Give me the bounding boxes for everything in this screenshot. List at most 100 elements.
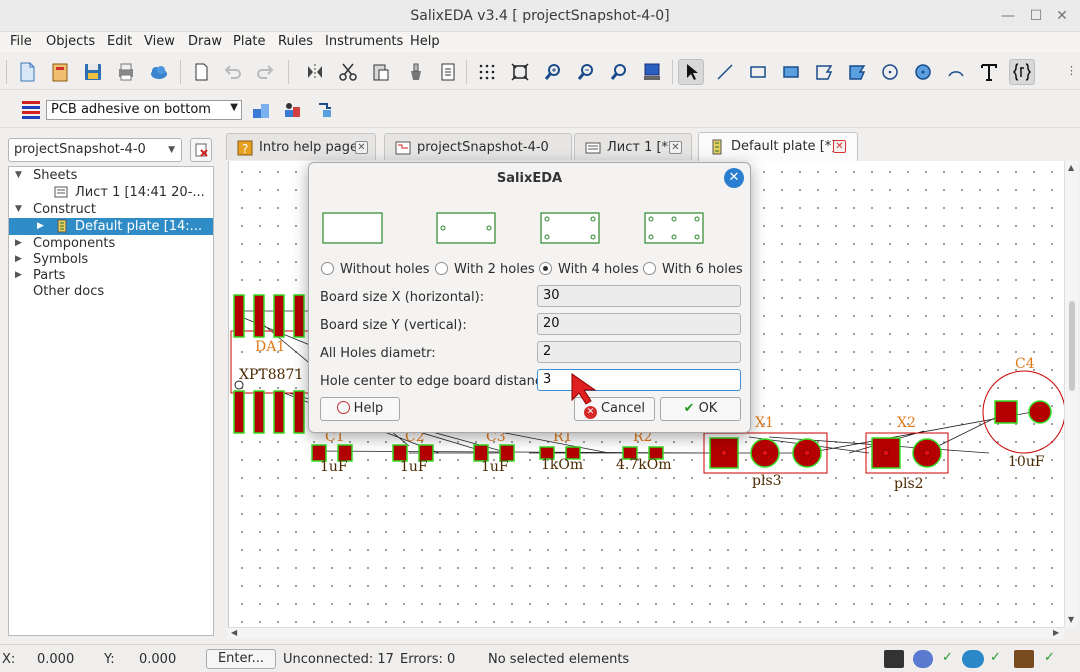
draw-polygon-icon[interactable] (811, 59, 837, 85)
vertical-scrollbar[interactable]: ▲ ▼ (1064, 161, 1078, 627)
minimize-button[interactable]: — (1000, 8, 1016, 24)
chevron-down-icon[interactable]: ▼ (15, 167, 22, 184)
maximize-button[interactable]: ☐ (1028, 8, 1044, 24)
scroll-right-icon[interactable]: ▶ (1053, 628, 1059, 637)
size-y-input[interactable]: 20 (537, 313, 741, 335)
layer-settings-icon[interactable] (248, 97, 274, 123)
tab-project-snapshot[interactable]: projectSnapshot-4-0 ✕ (384, 133, 713, 160)
chevron-down-icon[interactable]: ▼ (15, 201, 22, 218)
menu-draw[interactable]: Draw (188, 34, 222, 49)
ok-button[interactable]: ✔ OK (660, 397, 741, 421)
draw-rect-icon[interactable] (745, 59, 771, 85)
scroll-down-icon[interactable]: ▼ (1068, 615, 1074, 624)
tree-item-construct[interactable]: ▼ Construct (9, 201, 213, 218)
preview-without-holes[interactable] (322, 212, 384, 245)
mirror-icon[interactable] (302, 59, 328, 85)
network-icon[interactable] (913, 650, 933, 668)
help-button[interactable]: Help (320, 397, 400, 421)
dialog-close-button[interactable]: ✕ (724, 168, 744, 188)
preview-2-holes[interactable] (436, 212, 498, 245)
print-icon[interactable] (113, 59, 139, 85)
menu-view[interactable]: View (144, 34, 175, 49)
close-tab-icon[interactable]: ✕ (833, 140, 846, 153)
tree-item-sheets[interactable]: ▼ Sheets (9, 167, 213, 184)
properties-icon[interactable] (435, 59, 461, 85)
close-window-button[interactable]: ✕ (1054, 8, 1070, 24)
menu-edit[interactable]: Edit (107, 34, 132, 49)
layer-people-icon[interactable] (279, 97, 305, 123)
layer-flip-icon[interactable] (312, 97, 338, 123)
field-icon[interactable] (1009, 59, 1035, 85)
zoom-fit-icon[interactable] (507, 59, 533, 85)
clapper-icon[interactable] (884, 650, 904, 668)
3d-view-icon[interactable] (639, 59, 665, 85)
radio-6-holes[interactable]: With 6 holes (643, 262, 743, 277)
clean-icon[interactable] (403, 59, 429, 85)
menu-instruments[interactable]: Instruments (325, 34, 403, 49)
chevron-right-icon[interactable]: ▶ (15, 267, 22, 284)
chevron-right-icon[interactable]: ▶ (37, 218, 44, 235)
menu-rules[interactable]: Rules (278, 34, 313, 49)
project-select[interactable]: projectSnapshot-4-0 ▼ (8, 138, 182, 162)
new-sheet-icon[interactable] (188, 59, 214, 85)
toolbar-overflow-icon[interactable]: ⋮ (1066, 64, 1077, 77)
paste-icon[interactable] (368, 59, 394, 85)
close-project-button[interactable] (190, 138, 212, 162)
menu-plate[interactable]: Plate (233, 34, 266, 49)
tab-label: Intro help page (259, 140, 359, 155)
preview-6-holes[interactable] (644, 212, 706, 245)
size-x-input[interactable]: 30 (537, 285, 741, 307)
tree-item-sheet-1[interactable]: Лист 1 [14:41 20-... (9, 184, 213, 201)
library-icon[interactable] (1014, 650, 1034, 668)
horizontal-scrollbar[interactable]: ◀ ▶ (228, 627, 1064, 639)
scroll-left-icon[interactable]: ◀ (231, 628, 237, 637)
radio-4-holes[interactable]: With 4 holes (539, 262, 639, 277)
grid-icon[interactable] (474, 59, 500, 85)
open-project-icon[interactable] (47, 59, 73, 85)
zoom-window-icon[interactable] (606, 59, 632, 85)
radio-2-holes[interactable]: With 2 holes (435, 262, 535, 277)
enter-coords-button[interactable]: Enter... (206, 649, 276, 669)
preview-4-holes[interactable] (540, 212, 602, 245)
draw-line-icon[interactable] (712, 59, 738, 85)
zoom-in-icon[interactable] (540, 59, 566, 85)
tab-intro-help[interactable]: ? Intro help page ✕ (226, 133, 376, 160)
menu-file[interactable]: File (10, 34, 32, 49)
draw-filled-polygon-icon[interactable] (844, 59, 870, 85)
draw-filled-rect-icon[interactable] (778, 59, 804, 85)
zoom-out-icon[interactable] (573, 59, 599, 85)
close-tab-icon[interactable]: ✕ (669, 141, 682, 154)
selection-status: No selected elements (488, 652, 630, 667)
menu-help[interactable]: Help (410, 34, 440, 49)
tree-item-components[interactable]: ▶ Components (9, 235, 213, 252)
tree-item-parts[interactable]: ▶ Parts (9, 267, 213, 284)
close-tab-icon[interactable]: ✕ (355, 141, 368, 154)
menu-objects[interactable]: Objects (46, 34, 95, 49)
draw-filled-circle-icon[interactable] (910, 59, 936, 85)
tab-default-plate[interactable]: Default plate [*] ✕ (698, 132, 858, 161)
vertical-scroll-thumb[interactable] (1069, 301, 1075, 391)
layer-select[interactable]: PCB adhesive on bottom ▼ (46, 100, 242, 120)
tree-item-other-docs[interactable]: Other docs (9, 283, 213, 300)
da1-footprint (230, 294, 310, 434)
new-file-icon[interactable] (14, 59, 40, 85)
cut-icon[interactable] (335, 59, 361, 85)
tree-item-symbols[interactable]: ▶ Symbols (9, 251, 213, 268)
draw-arc-icon[interactable] (943, 59, 969, 85)
dialog-title: SalixEDA (496, 171, 563, 186)
cloud-icon[interactable] (146, 59, 172, 85)
chevron-right-icon[interactable]: ▶ (15, 235, 22, 252)
hole-diameter-input[interactable]: 2 (537, 341, 741, 363)
tree-item-default-plate[interactable]: ▶ Default plate [14:... (9, 218, 213, 235)
save-icon[interactable] (80, 59, 106, 85)
cloud-sync-icon[interactable] (962, 650, 984, 668)
draw-circle-icon[interactable] (877, 59, 903, 85)
undo-icon[interactable] (220, 59, 246, 85)
radio-without-holes[interactable]: Without holes (321, 262, 430, 277)
tab-sheet-1[interactable]: Лист 1 [*] ✕ (574, 133, 692, 160)
redo-icon[interactable] (252, 59, 278, 85)
draw-text-icon[interactable] (976, 59, 1002, 85)
chevron-right-icon[interactable]: ▶ (15, 251, 22, 268)
scroll-up-icon[interactable]: ▲ (1068, 163, 1074, 172)
select-pointer-icon[interactable] (678, 59, 704, 85)
